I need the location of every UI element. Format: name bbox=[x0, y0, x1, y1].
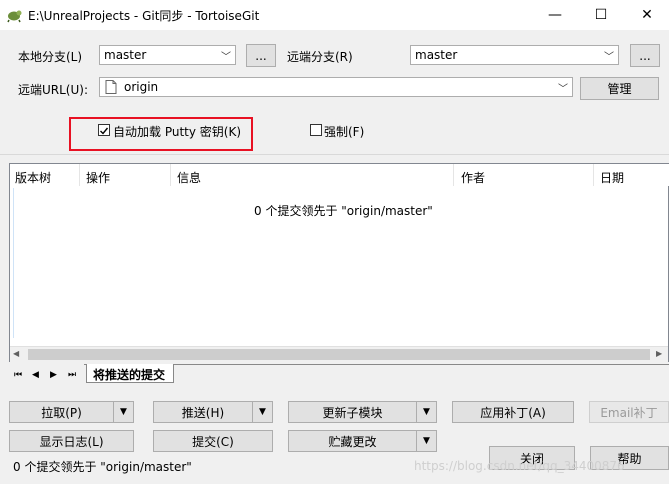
push-button-label: 推送(H) bbox=[181, 405, 225, 420]
last-tab-icon[interactable]: ⏭ bbox=[68, 370, 76, 380]
putty-key-checkbox[interactable] bbox=[98, 124, 110, 136]
pull-dropdown-icon[interactable]: ▼ bbox=[113, 402, 133, 422]
chevron-down-icon: ﹀ bbox=[558, 84, 568, 95]
pull-button-label: 拉取(P) bbox=[41, 405, 82, 420]
tab-commits-to-push[interactable]: 将推送的提交 bbox=[86, 364, 175, 383]
remote-url-combo[interactable]: origin ﹀ bbox=[99, 77, 573, 97]
chevron-down-icon: ﹀ bbox=[604, 52, 614, 63]
push-button[interactable]: 推送(H) ▼ bbox=[153, 401, 273, 423]
local-branch-label: 本地分支(L) bbox=[18, 50, 83, 64]
column-header-graph[interactable]: 版本树 bbox=[10, 164, 80, 186]
maximize-icon: ☐ bbox=[594, 7, 608, 23]
commit-button[interactable]: 提交(C) bbox=[153, 430, 273, 452]
manage-button-label: 管理 bbox=[607, 82, 632, 96]
push-dropdown-icon[interactable]: ▼ bbox=[252, 402, 272, 422]
remote-url-label: 远端URL(U): bbox=[18, 83, 88, 97]
show-log-label: 显示日志(L) bbox=[39, 434, 104, 449]
minimize-button[interactable]: — bbox=[532, 0, 578, 30]
checkmark-icon bbox=[100, 127, 109, 135]
prev-tab-icon[interactable]: ◀ bbox=[32, 370, 39, 380]
local-branch-value: master bbox=[104, 48, 147, 62]
manage-button[interactable]: 管理 bbox=[580, 77, 659, 100]
watermark-text: https://blog.csdn.net/qq_34400876 bbox=[414, 459, 625, 473]
document-icon bbox=[105, 80, 117, 94]
commit-list[interactable]: 版本树 操作 信息 作者 日期 0 个提交领先于 "origin/master"… bbox=[9, 163, 669, 362]
local-branch-browse-label: ... bbox=[255, 48, 267, 63]
email-patch-label: Email补丁 bbox=[600, 405, 658, 420]
minimize-icon: — bbox=[548, 7, 562, 23]
column-header-row: 版本树 操作 信息 作者 日期 bbox=[10, 164, 669, 186]
apply-patch-button[interactable]: 应用补丁(A) bbox=[452, 401, 574, 423]
title-bar[interactable]: E:\UnrealProjects - Git同步 - TortoiseGit … bbox=[0, 0, 669, 30]
local-branch-combo[interactable]: master ﹀ bbox=[99, 45, 236, 65]
update-submodule-label: 更新子模块 bbox=[322, 405, 383, 420]
first-tab-icon[interactable]: ⏮ bbox=[14, 370, 22, 380]
apply-patch-label: 应用补丁(A) bbox=[480, 405, 546, 420]
separator bbox=[0, 154, 669, 155]
pull-button[interactable]: 拉取(P) ▼ bbox=[9, 401, 134, 423]
window-title: E:\UnrealProjects - Git同步 - TortoiseGit bbox=[28, 9, 260, 23]
tortoisegit-app-icon bbox=[7, 10, 22, 23]
local-branch-browse-button[interactable]: ... bbox=[246, 44, 276, 67]
close-window-button[interactable]: ✕ bbox=[624, 0, 669, 30]
graph-lane-line bbox=[13, 188, 14, 338]
horizontal-scrollbar[interactable]: ◀ ▶ bbox=[10, 346, 668, 362]
stash-label: 贮藏更改 bbox=[328, 434, 377, 449]
maximize-button[interactable]: ☐ bbox=[578, 0, 624, 30]
remote-branch-combo[interactable]: master ﹀ bbox=[410, 45, 619, 65]
chevron-down-icon: ﹀ bbox=[221, 52, 231, 63]
remote-branch-value: master bbox=[415, 48, 458, 62]
force-checkbox[interactable] bbox=[310, 124, 322, 136]
force-checkbox-label[interactable]: 强制(F) bbox=[324, 123, 364, 140]
putty-key-checkbox-label[interactable]: 自动加载 Putty 密钥(K) bbox=[113, 123, 241, 140]
remote-branch-label: 远端分支(R) bbox=[287, 50, 353, 64]
stash-dropdown-icon[interactable]: ▼ bbox=[416, 431, 436, 451]
close-icon: ✕ bbox=[641, 7, 653, 23]
column-header-message[interactable]: 信息 bbox=[172, 164, 454, 186]
scrollbar-thumb[interactable] bbox=[28, 349, 650, 360]
column-header-date[interactable]: 日期 bbox=[595, 164, 669, 186]
commit-label: 提交(C) bbox=[192, 434, 234, 449]
remote-branch-browse-button[interactable]: ... bbox=[630, 44, 660, 67]
update-submodule-dropdown-icon[interactable]: ▼ bbox=[416, 402, 436, 422]
column-header-action[interactable]: 操作 bbox=[81, 164, 171, 186]
scroll-left-icon[interactable]: ◀ bbox=[13, 349, 19, 358]
empty-list-message: 0 个提交领先于 "origin/master" bbox=[254, 204, 433, 218]
remote-url-value: origin bbox=[124, 80, 159, 94]
stash-button[interactable]: 贮藏更改 ▼ bbox=[288, 430, 437, 452]
scroll-right-icon[interactable]: ▶ bbox=[656, 349, 662, 358]
remote-branch-browse-label: ... bbox=[639, 48, 651, 63]
update-submodule-button[interactable]: 更新子模块 ▼ bbox=[288, 401, 437, 423]
email-patch-button[interactable]: Email补丁 bbox=[589, 401, 669, 423]
column-header-author[interactable]: 作者 bbox=[456, 164, 594, 186]
next-tab-icon[interactable]: ▶ bbox=[50, 370, 57, 380]
show-log-button[interactable]: 显示日志(L) bbox=[9, 430, 134, 452]
status-text: 0 个提交领先于 "origin/master" bbox=[13, 460, 192, 474]
